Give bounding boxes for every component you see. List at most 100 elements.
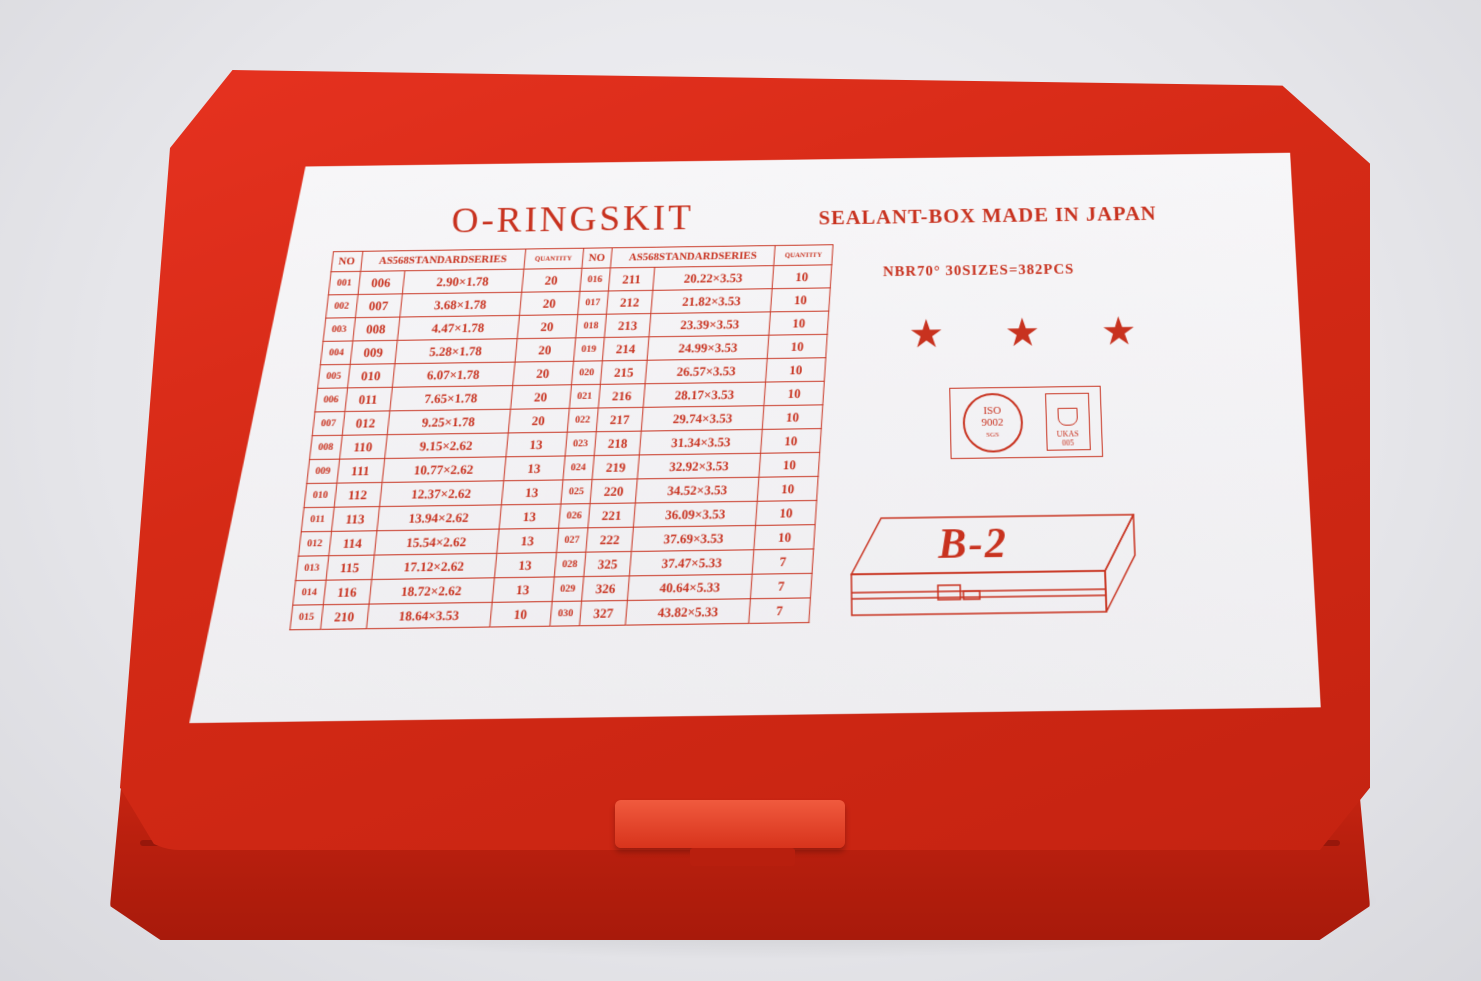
quantity: 10 xyxy=(756,500,817,525)
quantity: 10 xyxy=(769,311,829,335)
quantity: 13 xyxy=(505,432,566,457)
dash-number: 216 xyxy=(598,384,645,408)
row-number: 021 xyxy=(569,384,600,408)
row-number: 025 xyxy=(560,480,592,504)
dimension: 15.54×2.62 xyxy=(374,529,499,555)
dash-number: 111 xyxy=(336,459,384,484)
certification-box: ISO 9002 SGS UKAS 005 xyxy=(949,386,1103,459)
row-number: 004 xyxy=(320,341,352,365)
dash-number: 007 xyxy=(355,294,402,318)
row-number: 030 xyxy=(549,601,581,626)
dimension: 34.52×3.53 xyxy=(635,477,759,503)
dimension: 28.17×3.53 xyxy=(643,382,765,407)
dash-number: 218 xyxy=(594,431,641,455)
model-box-drawing: B-2 xyxy=(841,499,1148,625)
dash-number: 210 xyxy=(320,604,369,629)
quantity: 10 xyxy=(767,334,827,358)
dimension: 43.82×5.33 xyxy=(625,599,750,625)
quantity: 7 xyxy=(752,549,813,574)
quantity: 10 xyxy=(772,265,832,289)
dimension: 18.64×3.53 xyxy=(366,602,492,628)
row-number: 029 xyxy=(552,577,584,602)
dash-number: 222 xyxy=(586,527,634,552)
row-number: 022 xyxy=(567,408,599,432)
crown-shield-icon xyxy=(1057,408,1078,426)
col-quantity: QUANTITY xyxy=(774,245,833,266)
quantity: 13 xyxy=(496,528,558,553)
row-number: 006 xyxy=(315,388,347,412)
row-number: 014 xyxy=(293,580,326,605)
dash-number: 214 xyxy=(602,337,649,361)
quantity: 10 xyxy=(759,452,820,477)
row-number: 012 xyxy=(298,531,331,556)
dash-number: 011 xyxy=(344,387,391,411)
row-number: 017 xyxy=(577,291,608,315)
quantity: 13 xyxy=(499,504,561,529)
row-number: 008 xyxy=(310,435,342,459)
dash-number: 219 xyxy=(592,455,639,480)
dash-number: 009 xyxy=(350,340,397,364)
dimension: 36.09×3.53 xyxy=(633,501,757,527)
row-number: 005 xyxy=(318,364,350,388)
quantity: 7 xyxy=(749,598,811,623)
quantity: 20 xyxy=(508,408,569,433)
quantity: 20 xyxy=(517,315,578,339)
model-code: B-2 xyxy=(937,520,1009,569)
row-number: 007 xyxy=(312,412,344,436)
case-clasp[interactable] xyxy=(615,800,845,848)
dash-number: 220 xyxy=(590,479,637,504)
row-number: 015 xyxy=(290,605,323,630)
size-table: NO AS568STANDARDSERIES QUANTITY NO AS568… xyxy=(289,244,833,630)
dimension: 24.99×3.53 xyxy=(647,335,769,360)
ukas-seal-icon: UKAS 005 xyxy=(1045,393,1091,451)
dimension: 18.72×2.62 xyxy=(369,578,494,604)
col-series: AS568STANDARDSERIES xyxy=(360,249,525,271)
dash-number: 010 xyxy=(347,364,394,388)
dimension: 7.65×1.78 xyxy=(389,386,512,411)
quantity: 10 xyxy=(770,288,830,312)
dimension: 21.82×3.53 xyxy=(651,289,772,314)
row-number: 016 xyxy=(579,268,610,291)
dash-number: 110 xyxy=(339,435,387,459)
row-number: 024 xyxy=(562,456,594,480)
row-number: 003 xyxy=(323,318,355,342)
dash-number: 114 xyxy=(328,531,376,556)
dash-number: 112 xyxy=(334,482,382,507)
row-number: 013 xyxy=(296,556,329,581)
row-number: 009 xyxy=(307,459,339,483)
dash-number: 217 xyxy=(596,407,643,431)
star-icon: ★ xyxy=(1004,310,1041,355)
dash-number: 116 xyxy=(323,580,371,605)
dash-number: 212 xyxy=(606,290,652,314)
row-number: 001 xyxy=(328,271,360,294)
quantity: 13 xyxy=(494,553,556,578)
quantity: 10 xyxy=(766,358,826,382)
dash-number: 211 xyxy=(608,267,654,291)
dash-number: 115 xyxy=(326,555,374,580)
quantity: 20 xyxy=(519,291,579,315)
quantity: 20 xyxy=(521,268,581,292)
kit-subtitle: SEALANT-BOX MADE IN JAPAN xyxy=(818,201,1158,230)
dimension: 20.22×3.53 xyxy=(653,266,774,291)
rating-stars: ★ ★ ★ xyxy=(908,312,1137,354)
dash-number: 006 xyxy=(358,271,405,295)
dimension: 32.92×3.53 xyxy=(637,453,760,479)
row-number: 027 xyxy=(556,528,588,553)
star-icon: ★ xyxy=(908,311,945,357)
quantity: 10 xyxy=(754,525,815,550)
dimension: 5.28×1.78 xyxy=(394,339,516,364)
row-number: 028 xyxy=(554,552,586,577)
col-quantity: QUANTITY xyxy=(523,248,583,269)
dimension: 31.34×3.53 xyxy=(639,429,762,455)
dimension: 37.47×5.33 xyxy=(629,550,753,576)
dash-number: 012 xyxy=(342,411,390,435)
col-no: NO xyxy=(331,251,362,272)
row-number: 018 xyxy=(575,314,606,338)
dimension: 37.69×3.53 xyxy=(631,525,755,551)
dimension: 10.77×2.62 xyxy=(382,457,506,483)
quantity: 20 xyxy=(515,338,576,362)
dimension: 40.64×5.33 xyxy=(627,574,752,600)
quantity: 13 xyxy=(492,577,554,602)
product-label: O-RINGSKIT SEALANT-BOX MADE IN JAPAN NBR… xyxy=(189,153,1320,723)
dash-number: 325 xyxy=(584,551,632,576)
